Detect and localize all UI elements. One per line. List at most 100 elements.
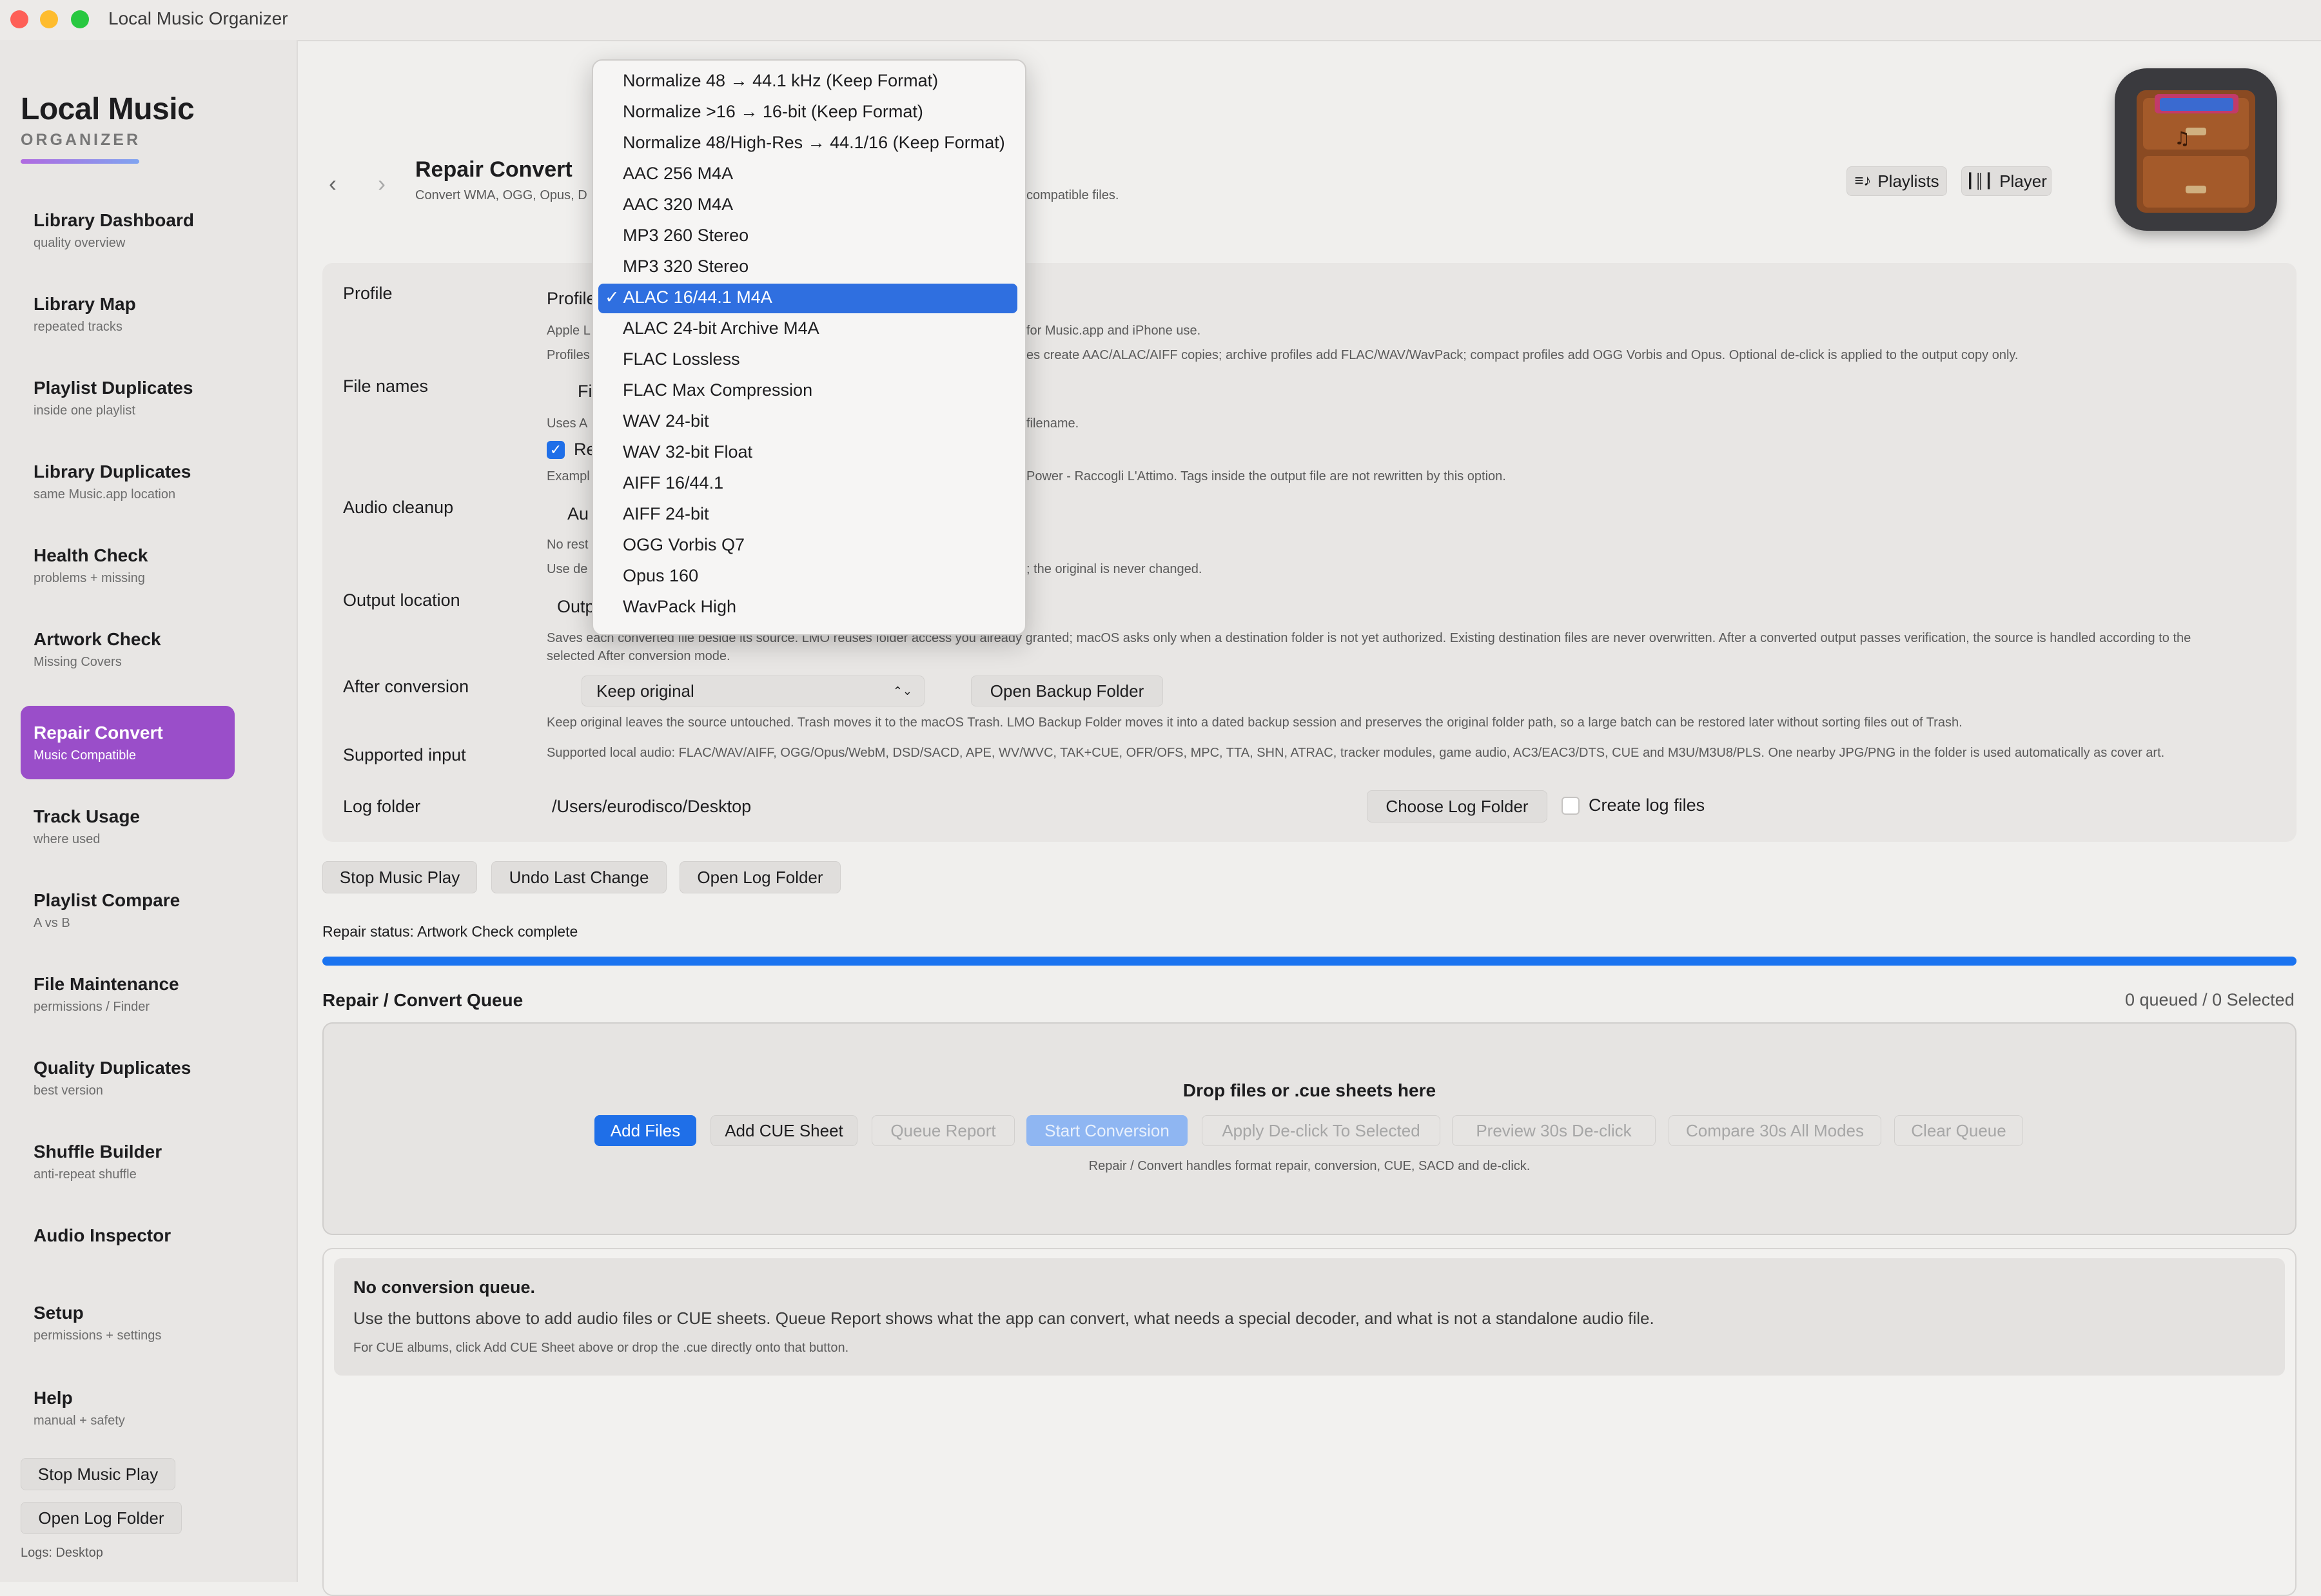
cleanup-note2-start: Use de [547,562,588,576]
sidebar-item-library-map[interactable]: Library Map repeated tracks [21,277,235,351]
create-log-files-checkbox[interactable] [1562,797,1580,815]
preview-declick-button[interactable]: Preview 30s De-click [1452,1115,1656,1146]
sidebar-item-subtitle: Music Compatible [34,748,136,763]
menu-item[interactable]: AIFF 24-bit [623,504,709,524]
sidebar-item-subtitle: Missing Covers [34,655,122,669]
start-conversion-button[interactable]: Start Conversion [1026,1115,1188,1146]
brand-subtitle: ORGANIZER [21,131,141,149]
queue-report-button[interactable]: Queue Report [872,1115,1015,1146]
sidebar-item-playlist-compare[interactable]: Playlist Compare A vs B [21,873,235,947]
sidebar-item-subtitle: anti-repeat shuffle [34,1167,137,1182]
menu-item[interactable]: ALAC 24-bit Archive M4A [623,318,819,338]
menu-item[interactable]: Opus 160 [623,566,698,586]
close-window-button[interactable] [10,10,28,28]
sidebar-item-file-maintenance[interactable]: File Maintenance permissions / Finder [21,957,235,1031]
menu-item[interactable]: FLAC Max Compression [623,380,812,400]
create-log-files-label: Create log files [1589,795,1705,815]
add-files-button[interactable]: Add Files [594,1115,696,1146]
queue-title: Repair / Convert Queue [322,990,524,1010]
sidebar-item-artwork-check[interactable]: Artwork Check Missing Covers [21,612,235,686]
window-title: Local Music Organizer [108,8,288,28]
sidebar-item-subtitle: quality overview [34,236,126,250]
svg-text:♫: ♫ [2174,128,2190,149]
profile-note2-start: Profiles [547,348,590,362]
menu-item[interactable]: OGG Vorbis Q7 [623,535,745,555]
sidebar-item-audio-inspector[interactable]: Audio Inspector [21,1209,235,1282]
sidebar-stop-music-button[interactable]: Stop Music Play [21,1458,175,1490]
file-names-note-start: Uses A [547,416,588,431]
rename-checkbox[interactable]: ✓ [547,441,565,459]
sidebar-item-track-usage[interactable]: Track Usage where used [21,790,235,863]
output-location-select[interactable]: Outp [557,597,595,617]
supported-input-label: Supported input [343,745,466,764]
profile-select[interactable]: Profile [547,289,596,309]
sidebar-item-quality-duplicates[interactable]: Quality Duplicates best version [21,1041,235,1114]
minimize-window-button[interactable] [40,10,58,28]
example-note-start: Exampl [547,469,590,483]
stop-music-play-button[interactable]: Stop Music Play [322,861,477,893]
sidebar-item-playlist-duplicates[interactable]: Playlist Duplicates inside one playlist [21,361,235,434]
menu-item[interactable]: WAV 24-bit [623,411,709,431]
sidebar-item-title: Quality Duplicates [34,1058,191,1078]
page-subtitle: Convert WMA, OGG, Opus, D [415,188,587,202]
chevron-updown-icon: ⌃⌄ [892,684,912,697]
sidebar-item-title: Playlist Compare [34,890,181,910]
choose-log-folder-button[interactable]: Choose Log Folder [1367,790,1547,822]
audio-cleanup-select[interactable]: Au [567,504,589,524]
clear-queue-button[interactable]: Clear Queue [1894,1115,2023,1146]
zoom-window-button[interactable] [71,10,89,28]
queue-hint: Repair / Convert handles format repair, … [1088,1159,1531,1173]
sidebar-item-shuffle-builder[interactable]: Shuffle Builder anti-repeat shuffle [21,1125,235,1198]
after-conversion-label: After conversion [343,677,469,696]
menu-item[interactable]: Normalize 48/High-Res → 44.1/16 (Keep Fo… [623,133,1005,153]
menu-item[interactable]: AAC 256 M4A [623,164,733,184]
apply-declick-button[interactable]: Apply De-click To Selected [1202,1115,1440,1146]
player-button[interactable]: ┃║┃ Player [1961,166,2052,196]
add-cue-sheet-button[interactable]: Add CUE Sheet [710,1115,857,1146]
logs-location-text: Logs: Desktop [21,1546,103,1560]
sidebar-item-health-check[interactable]: Health Check problems + missing [21,529,235,602]
menu-item-selected[interactable]: ✓ ALAC 16/44.1 M4A [605,287,772,307]
playlists-button[interactable]: ≡♪ Playlists [1846,166,1947,196]
empty-queue-note: For CUE albums, click Add CUE Sheet abov… [353,1341,849,1355]
sidebar-item-help[interactable]: Help manual + safety [21,1371,235,1445]
menu-item[interactable]: AIFF 16/44.1 [623,473,723,493]
menu-item[interactable]: WAV 32-bit Float [623,442,752,462]
sidebar-item-subtitle: repeated tracks [34,320,122,334]
sidebar-item-subtitle: where used [34,832,101,846]
menu-item[interactable]: MP3 260 Stereo [623,226,749,246]
sidebar-item-library-dashboard[interactable]: Library Dashboard quality overview [21,193,235,267]
after-conversion-select[interactable]: Keep original ⌃⌄ [582,676,925,706]
waveform-icon: ┃║┃ [1966,173,1993,189]
sidebar-item-setup[interactable]: Setup permissions + settings [21,1286,235,1359]
menu-item[interactable]: MP3 320 Stereo [623,257,749,277]
compare-all-modes-button[interactable]: Compare 30s All Modes [1669,1115,1881,1146]
after-conversion-value: Keep original [596,681,694,701]
sidebar-item-subtitle: same Music.app location [34,487,176,501]
forward-icon[interactable]: › [378,170,386,197]
menu-item[interactable]: AAC 320 M4A [623,195,733,215]
sidebar-open-log-button[interactable]: Open Log Folder [21,1502,182,1534]
sidebar-item-subtitle: problems + missing [34,571,145,585]
sidebar-item-subtitle: A vs B [34,916,70,930]
cleanup-note: No rest [547,538,589,552]
brand-underline [21,159,139,164]
menu-item[interactable]: WavPack High [623,597,736,617]
undo-last-change-button[interactable]: Undo Last Change [491,861,667,893]
menu-item[interactable]: FLAC Lossless [623,349,740,369]
sidebar-item-library-duplicates[interactable]: Library Duplicates same Music.app locatio… [21,445,235,518]
page-title: Repair Convert [415,157,573,182]
profile-note-start: Apple L [547,324,591,338]
open-log-folder-button[interactable]: Open Log Folder [680,861,841,893]
open-backup-folder-button[interactable]: Open Backup Folder [971,676,1163,706]
menu-item[interactable]: Normalize 48 → 44.1 kHz (Keep Format) [623,71,938,91]
sidebar-item-repair-convert[interactable]: Repair Convert Music Compatible [21,706,235,779]
sidebar-item-title: Library Duplicates [34,462,191,482]
menu-item[interactable]: Normalize >16 → 16-bit (Keep Format) [623,102,923,122]
file-names-select[interactable]: Fi [578,382,592,402]
sidebar-item-subtitle: permissions / Finder [34,1000,150,1014]
sidebar-item-title: Health Check [34,545,148,565]
example-note-end: Power - Raccogli L'Attimo. Tags inside t… [1026,469,1506,483]
back-icon[interactable]: ‹ [329,170,337,197]
playlist-icon: ≡♪ [1854,172,1872,190]
